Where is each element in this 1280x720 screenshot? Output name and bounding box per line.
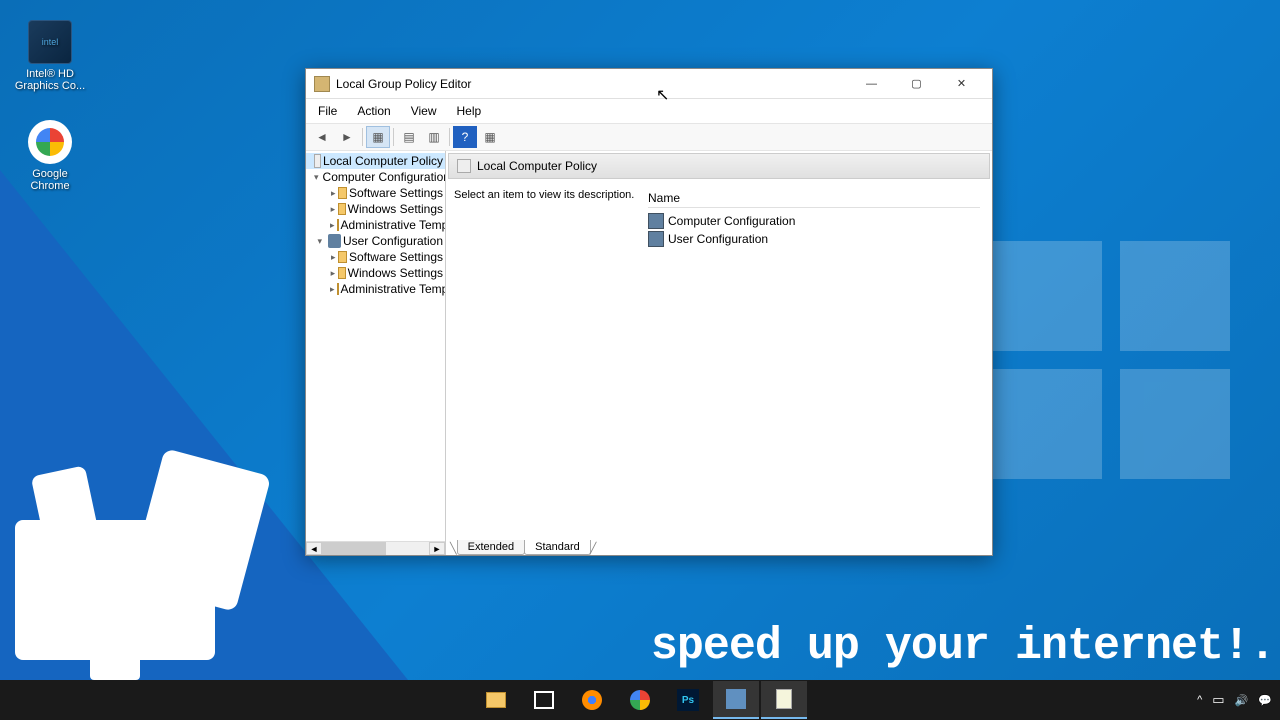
list-pane: Name Computer Configuration User Configu… [640,185,988,531]
main-panel: Local Computer Policy Select an item to … [446,151,992,555]
intel-icon: intel [28,20,72,64]
system-tray: ^ ▭ 🔊 💬 [1197,692,1272,708]
tree-computer-config[interactable]: ▾Computer Configuration [306,169,445,185]
menu-file[interactable]: File [310,102,345,120]
taskbar-store[interactable] [521,681,567,719]
forward-button[interactable]: ► [335,126,359,148]
tree-admin-templates[interactable]: ▸Administrative Templates [306,217,445,233]
help-button[interactable]: ? [453,126,477,148]
folder-icon [337,219,339,231]
tray-chevron-icon[interactable]: ^ [1197,694,1202,706]
taskbar-gpedit[interactable] [713,681,759,719]
desktop-icon-label: Intel® HD Graphics Co... [12,68,88,92]
taskbar-firefox[interactable] [569,681,615,719]
tab-standard[interactable]: Standard [524,540,591,555]
wallpaper-windows-logo [992,241,1230,479]
tree-software-settings[interactable]: ▸Software Settings [306,185,445,201]
folder-icon [338,267,346,279]
description-pane: Select an item to view its description. [450,185,640,531]
desktop-icon-intel-graphics[interactable]: intel Intel® HD Graphics Co... [12,20,88,92]
menubar: File Action View Help [306,99,992,123]
folder-icon [337,283,339,295]
tree-user-config[interactable]: ▾User Configuration [306,233,445,249]
notepad-icon [776,689,792,709]
folder-icon [338,203,346,215]
window-title: Local Group Policy Editor [336,77,849,91]
tree-software-settings[interactable]: ▸Software Settings [306,249,445,265]
tree-windows-settings[interactable]: ▸Windows Settings [306,201,445,217]
maximize-button[interactable]: ▢ [894,69,939,98]
firefox-icon [582,690,602,710]
tabs: ╲ Extended Standard ╱ [446,535,992,555]
minimize-button[interactable]: — [849,69,894,98]
folder-icon [338,187,346,199]
menu-help[interactable]: Help [449,102,490,120]
taskbar-notepad[interactable] [761,681,807,719]
tree-root[interactable]: Local Computer Policy [306,153,445,169]
store-icon [534,691,554,709]
list-header-name[interactable]: Name [648,189,980,208]
menu-action[interactable]: Action [349,102,398,120]
back-button[interactable]: ◄ [310,126,334,148]
gpedit-icon [726,689,746,709]
menu-view[interactable]: View [403,102,445,120]
volume-icon[interactable]: 🔊 [1235,694,1249,707]
gear-icon [648,213,664,229]
taskbar: Ps ^ ▭ 🔊 💬 [0,680,1280,720]
close-button[interactable]: ✕ [939,69,984,98]
taskbar-chrome[interactable] [617,681,663,719]
policy-icon [457,159,471,173]
properties-button[interactable]: ▤ [397,126,421,148]
toolbar: ◄ ► ▦ ▤ ▥ ? ▦ [306,123,992,151]
main-header: Local Computer Policy [448,153,990,179]
tab-extended[interactable]: Extended [457,540,525,555]
filter-button[interactable]: ▦ [478,126,502,148]
chrome-icon [28,120,72,164]
network-icon[interactable]: ▭ [1212,692,1224,708]
tree-admin-templates[interactable]: ▸Administrative Templates [306,281,445,297]
list-item-computer-config[interactable]: Computer Configuration [648,212,980,230]
chrome-icon [630,690,650,710]
notifications-icon[interactable]: 💬 [1258,694,1272,707]
tree-scrollbar[interactable]: ◄► [306,541,445,555]
tree-windows-settings[interactable]: ▸Windows Settings [306,265,445,281]
titlebar[interactable]: Local Group Policy Editor — ▢ ✕ [306,69,992,99]
folder-icon [338,251,346,263]
gear-icon [648,231,664,247]
export-button[interactable]: ▥ [422,126,446,148]
up-button[interactable]: ▦ [366,126,390,148]
photoshop-icon: Ps [677,689,699,711]
list-item-user-config[interactable]: User Configuration [648,230,980,248]
policy-icon [314,154,320,168]
taskbar-photoshop[interactable]: Ps [665,681,711,719]
tree-panel: Local Computer Policy ▾Computer Configur… [306,151,446,555]
gpedit-window: Local Group Policy Editor — ▢ ✕ File Act… [305,68,993,556]
overlay-devices [15,520,215,660]
taskbar-file-explorer[interactable] [473,681,519,719]
gear-icon [328,234,341,248]
overlay-caption: speed up your internet!. [651,621,1275,672]
folder-icon [486,692,506,708]
app-icon [314,76,330,92]
